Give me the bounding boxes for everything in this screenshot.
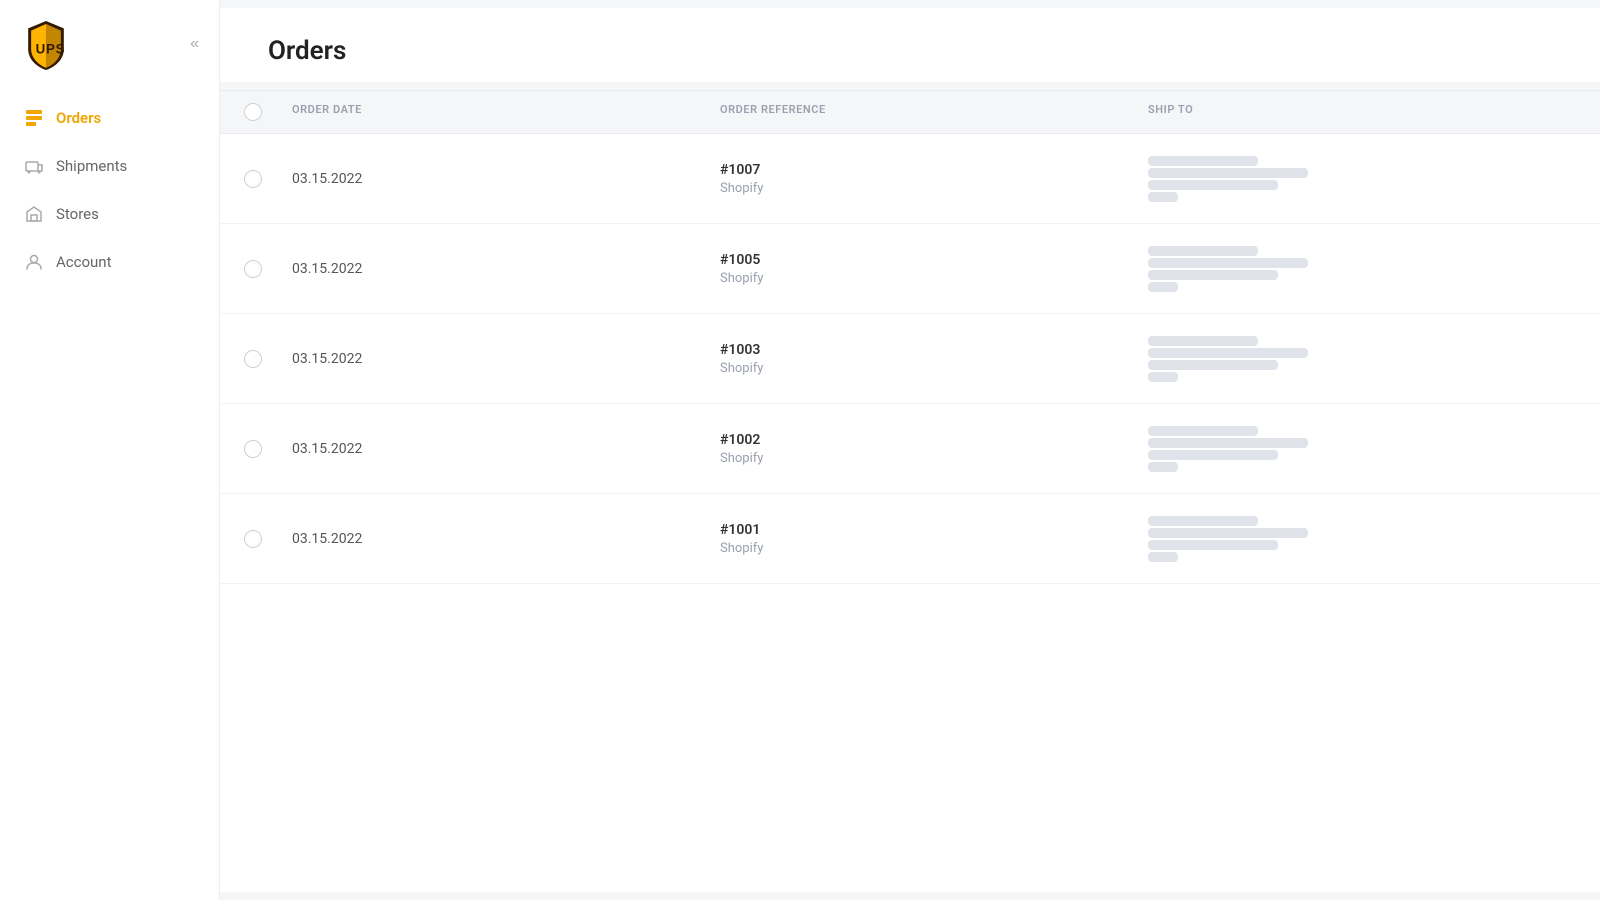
ship-to-line <box>1148 180 1278 190</box>
ship-to-line <box>1148 552 1178 562</box>
ship-to <box>1148 336 1576 382</box>
page-header: Orders <box>220 8 1600 82</box>
order-date: 03.15.2022 <box>292 261 720 277</box>
select-all-checkbox[interactable] <box>244 103 262 121</box>
ship-to-line <box>1148 360 1278 370</box>
svg-text:UPS: UPS <box>36 42 66 57</box>
stores-icon <box>24 204 44 224</box>
column-header-reference: ORDER REFERENCE <box>720 103 1148 121</box>
ship-to-line <box>1148 168 1308 178</box>
order-ref-number: #1001 <box>720 522 1148 538</box>
ship-to <box>1148 426 1576 472</box>
ship-to <box>1148 246 1576 292</box>
ship-to-line <box>1148 348 1308 358</box>
ship-to-line <box>1148 540 1278 550</box>
row-select-checkbox[interactable] <box>244 350 262 368</box>
nav-items: Orders Shipments Stores <box>0 88 219 292</box>
sidebar-logo-area: UPS « <box>0 0 219 88</box>
row-checkbox-cell <box>244 350 292 368</box>
ship-to <box>1148 516 1576 562</box>
order-reference: #1005 Shopify <box>720 252 1148 286</box>
ship-to-line <box>1148 528 1308 538</box>
ship-to-line <box>1148 192 1178 202</box>
sidebar-item-orders[interactable]: Orders <box>0 96 219 140</box>
orders-icon <box>24 108 44 128</box>
bottom-bar-spacer <box>220 892 1600 900</box>
table-row[interactable]: 03.15.2022 #1003 Shopify <box>220 314 1600 404</box>
main-content: Orders ORDER DATE ORDER REFERENCE SHIP T… <box>220 0 1600 900</box>
sidebar-item-label-shipments: Shipments <box>56 157 127 175</box>
collapse-icon: « <box>190 35 199 53</box>
ship-to-line <box>1148 336 1258 346</box>
sidebar-item-stores[interactable]: Stores <box>0 192 219 236</box>
sidebar-item-label-orders: Orders <box>56 109 101 127</box>
ship-to-line <box>1148 438 1308 448</box>
table-row[interactable]: 03.15.2022 #1002 Shopify <box>220 404 1600 494</box>
order-date: 03.15.2022 <box>292 531 720 547</box>
table-row[interactable]: 03.15.2022 #1001 Shopify <box>220 494 1600 584</box>
row-select-checkbox[interactable] <box>244 260 262 278</box>
ship-to-line <box>1148 516 1258 526</box>
ship-to <box>1148 156 1576 202</box>
order-ref-source: Shopify <box>720 181 1148 196</box>
sidebar-item-shipments[interactable]: Shipments <box>0 144 219 188</box>
row-select-checkbox[interactable] <box>244 440 262 458</box>
order-ref-number: #1002 <box>720 432 1148 448</box>
ship-to-line <box>1148 270 1278 280</box>
sidebar-item-label-account: Account <box>56 253 112 271</box>
order-date: 03.15.2022 <box>292 441 720 457</box>
account-icon <box>24 252 44 272</box>
column-header-date: ORDER DATE <box>292 103 720 121</box>
sidebar: UPS « Orders <box>0 0 220 900</box>
sidebar-item-label-stores: Stores <box>56 205 99 223</box>
orders-table: ORDER DATE ORDER REFERENCE SHIP TO 03.15… <box>220 90 1600 892</box>
row-select-checkbox[interactable] <box>244 170 262 188</box>
ship-to-line <box>1148 246 1258 256</box>
order-reference: #1001 Shopify <box>720 522 1148 556</box>
order-ref-number: #1007 <box>720 162 1148 178</box>
order-ref-source: Shopify <box>720 541 1148 556</box>
page-title: Orders <box>268 36 1552 66</box>
order-ref-source: Shopify <box>720 271 1148 286</box>
column-header-ship-to: SHIP TO <box>1148 103 1576 121</box>
table-row[interactable]: 03.15.2022 #1005 Shopify <box>220 224 1600 314</box>
ship-to-line <box>1148 450 1278 460</box>
row-checkbox-cell <box>244 170 292 188</box>
order-ref-source: Shopify <box>720 361 1148 376</box>
sidebar-collapse-button[interactable]: « <box>190 35 199 53</box>
order-reference: #1002 Shopify <box>720 432 1148 466</box>
order-reference: #1003 Shopify <box>720 342 1148 376</box>
shipments-icon <box>24 156 44 176</box>
row-checkbox-cell <box>244 260 292 278</box>
ups-logo: UPS <box>20 18 72 70</box>
table-row[interactable]: 03.15.2022 #1007 Shopify <box>220 134 1600 224</box>
separator-bar <box>220 82 1600 90</box>
sidebar-item-account[interactable]: Account <box>0 240 219 284</box>
order-ref-source: Shopify <box>720 451 1148 466</box>
ship-to-line <box>1148 282 1178 292</box>
order-ref-number: #1003 <box>720 342 1148 358</box>
ship-to-line <box>1148 156 1258 166</box>
ship-to-line <box>1148 258 1308 268</box>
ship-to-line <box>1148 462 1178 472</box>
row-select-checkbox[interactable] <box>244 530 262 548</box>
order-reference: #1007 Shopify <box>720 162 1148 196</box>
ship-to-line <box>1148 372 1178 382</box>
row-checkbox-cell <box>244 440 292 458</box>
table-header-row: ORDER DATE ORDER REFERENCE SHIP TO <box>220 90 1600 134</box>
order-date: 03.15.2022 <box>292 351 720 367</box>
top-bar-spacer <box>220 0 1600 8</box>
order-date: 03.15.2022 <box>292 171 720 187</box>
row-checkbox-cell <box>244 530 292 548</box>
ship-to-line <box>1148 426 1258 436</box>
header-checkbox-cell <box>244 103 292 121</box>
order-ref-number: #1005 <box>720 252 1148 268</box>
